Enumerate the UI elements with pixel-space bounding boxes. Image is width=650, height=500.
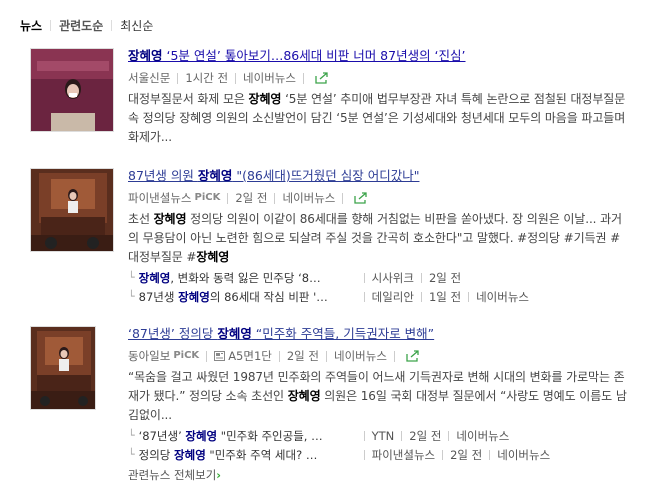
share-icon[interactable] (406, 350, 420, 362)
news-summary: 대정부질문서 화제 모은 장혜영 ‘5분 연설’ 추미애 법무부장관 자녀 특혜… (128, 92, 626, 144)
naver-news-link[interactable]: 네이버뉴스 (282, 190, 335, 206)
naver-news-link[interactable]: 네이버뉴스 (497, 447, 550, 463)
view-all-related-link[interactable]: 관련뉴스 전체보기› (128, 467, 630, 483)
paper-page: A5면1단 (228, 349, 272, 363)
news-thumbnail[interactable] (30, 168, 114, 252)
news-item: ‘87년생’ 정의당 장혜영 “민주화 주역들, 기득권자로 변해” 동아일보 … (30, 326, 630, 486)
share-icon[interactable] (315, 72, 329, 84)
press-name[interactable]: 시사위크 (372, 270, 414, 286)
publish-time: 1시간 전 (185, 71, 229, 85)
news-meta: 파이낸셜뉴스 PiCK 2일 전 네이버뉴스 (128, 190, 630, 206)
corner-icon: └ (128, 290, 135, 303)
pick-badge: PiCK (173, 350, 200, 361)
naver-news-link[interactable]: 네이버뉴스 (243, 70, 296, 86)
news-summary: 초선 장혜영 정의당 의원이 이같이 86세대를 향해 거침없는 비판을 쏟아냈… (128, 212, 622, 264)
corner-icon: └ (128, 448, 135, 461)
news-title-link[interactable]: ‘87년생’ 정의당 장혜영 “민주화 주역들, 기득권자로 변해” (128, 326, 630, 342)
news-meta: 서울신문 1시간 전 네이버뉴스 (128, 70, 630, 86)
tab-latest[interactable]: 최신순 (120, 17, 153, 34)
tab-divider (111, 20, 113, 31)
news-summary: “목숨을 걸고 싸웠던 1987년 민주화의 주역들이 어느새 기득권자로 변해… (128, 370, 627, 422)
naver-news-link[interactable]: 네이버뉴스 (476, 289, 529, 305)
news-thumbnail[interactable] (30, 326, 96, 410)
chevron-right-icon: › (216, 468, 222, 482)
publish-time: 2일 전 (409, 429, 442, 443)
related-news-link[interactable]: ‘87년생’ 장혜영 "민주화 주인공들, … (139, 428, 357, 444)
newspaper-icon (214, 351, 226, 361)
sort-tabs: 뉴스 관련도순 최신순 (20, 17, 153, 34)
related-news-item: └ 87년생 장혜영의 86세대 작심 비판 '… 데일리안 1일 전 네이버뉴… (128, 289, 630, 305)
tab-divider (50, 20, 52, 31)
press-name[interactable]: YTN (372, 428, 395, 444)
corner-icon: └ (128, 271, 135, 284)
news-title-link[interactable]: 장혜영 ‘5분 연설’ 톺아보기…86세대 비판 너머 87년생의 ‘진심’ (128, 48, 630, 64)
press-name[interactable]: 데일리안 (372, 289, 414, 305)
related-news-link[interactable]: 장혜영, 변화와 동력 잃은 민주당 ‘8… (139, 270, 357, 286)
news-item: 장혜영 ‘5분 연설’ 톺아보기…86세대 비판 너머 87년생의 ‘진심’ 서… (30, 48, 630, 144)
publish-time: 1일 전 (428, 290, 462, 304)
publish-time: 2일 전 (450, 448, 483, 462)
related-news-item: └ 정의당 장혜영 "민주화 주역 세대? … 파이낸셜뉴스 2일 전 네이버뉴… (128, 447, 630, 463)
related-news-link[interactable]: 87년생 장혜영의 86세대 작심 비판 '… (139, 289, 357, 305)
news-title-link[interactable]: 87년생 의원 장혜영 "(86세대)뜨거웠던 심장 어디갔나" (128, 168, 630, 184)
naver-news-link[interactable]: 네이버뉴스 (456, 428, 509, 444)
press-name[interactable]: 서울신문 (128, 70, 170, 86)
tab-relevance[interactable]: 관련도순 (59, 17, 103, 34)
news-item: 87년생 의원 장혜영 "(86세대)뜨거웠던 심장 어디갔나" 파이낸셜뉴스 … (30, 168, 630, 308)
news-thumbnail[interactable] (30, 48, 114, 132)
share-icon[interactable] (354, 192, 368, 204)
publish-time: 2일 전 (286, 349, 319, 363)
press-name[interactable]: 파이낸셜뉴스 (372, 447, 435, 463)
related-news-item: └ 장혜영, 변화와 동력 잃은 민주당 ‘8… 시사위크 2일 전 (128, 270, 630, 286)
related-news-link[interactable]: 정의당 장혜영 "민주화 주역 세대? … (139, 447, 357, 463)
press-name[interactable]: 동아일보 (128, 348, 170, 364)
news-meta: 동아일보 PiCK A5면1단 2일 전 네이버뉴스 (128, 348, 630, 364)
press-name[interactable]: 파이낸셜뉴스 (128, 190, 191, 206)
naver-news-link[interactable]: 네이버뉴스 (334, 348, 387, 364)
tab-news[interactable]: 뉴스 (20, 17, 42, 34)
pick-badge: PiCK (194, 192, 221, 203)
corner-icon: └ (128, 429, 135, 442)
related-news-item: └ ‘87년생’ 장혜영 "민주화 주인공들, … YTN 2일 전 네이버뉴스 (128, 428, 630, 444)
publish-time: 2일 전 (235, 191, 268, 205)
publish-time: 2일 전 (428, 271, 462, 285)
